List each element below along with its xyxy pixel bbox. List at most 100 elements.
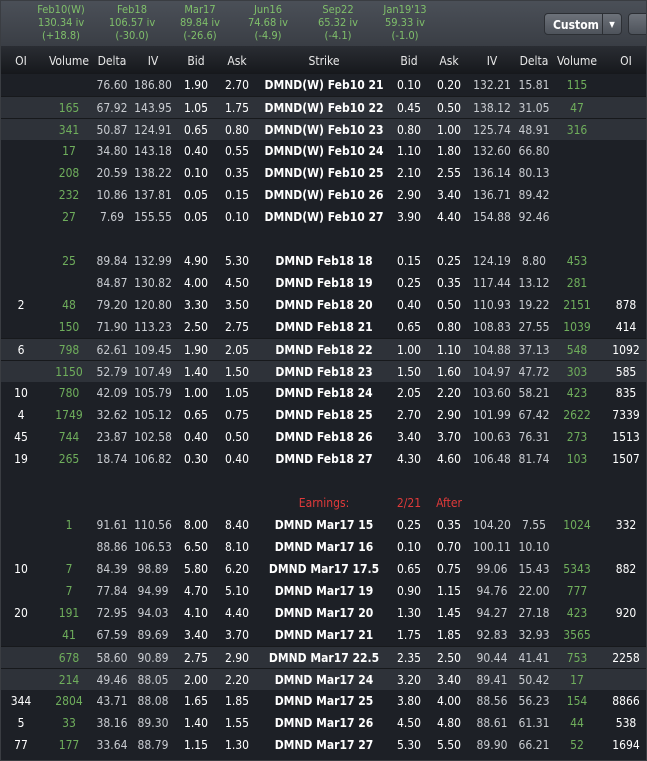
cell-call-bid[interactable]: 2.75 <box>184 647 208 669</box>
cell-call-bid[interactable]: 8.00 <box>184 514 208 536</box>
column-header-call-oi[interactable]: OI <box>15 46 27 76</box>
cell-put-bid[interactable]: 0.10 <box>397 74 421 96</box>
cell-call-ask[interactable]: 5.10 <box>225 580 249 602</box>
cell-call-ask[interactable]: 1.50 <box>225 361 249 383</box>
cell-call-ask[interactable]: 1.55 <box>225 712 249 734</box>
cell-put-bid[interactable]: 2.90 <box>397 184 421 206</box>
cell-call-ask[interactable]: 2.20 <box>225 669 249 691</box>
cell-put-bid[interactable]: 5.30 <box>397 734 421 756</box>
table-row[interactable]: 27 7.69 155.55 0.05 0.10 DMND(W) Feb10 27 3.90… <box>0 206 647 228</box>
cell-call-bid[interactable]: 0.65 <box>184 404 208 426</box>
cell-call-bid[interactable]: 0.40 <box>184 140 208 162</box>
cell-put-bid[interactable]: 3.90 <box>397 206 421 228</box>
cell-put-ask[interactable]: 0.25 <box>437 250 461 272</box>
cell-call-bid[interactable]: 4.70 <box>184 580 208 602</box>
cell-put-bid[interactable]: 0.90 <box>397 580 421 602</box>
cell-put-bid[interactable]: 0.15 <box>397 250 421 272</box>
cell-call-ask[interactable]: 2.70 <box>225 74 249 96</box>
table-row[interactable]: 5 33 38.16 89.30 1.40 1.55 DMND Mar17 26 4.50 4.… <box>0 712 647 734</box>
cell-put-ask[interactable]: 0.50 <box>437 97 461 119</box>
cell-put-ask[interactable]: 0.35 <box>437 514 461 536</box>
cell-put-ask[interactable]: 3.40 <box>437 184 461 206</box>
table-row[interactable]: 678 58.60 90.89 2.75 2.90 DMND Mar17 22.5 2.35… <box>0 646 647 668</box>
cell-call-bid[interactable]: 0.05 <box>184 184 208 206</box>
cell-put-ask[interactable]: 4.00 <box>437 690 461 712</box>
expiration-feb18[interactable]: Feb18 106.57 iv (-30.0) <box>97 3 167 42</box>
cell-put-bid[interactable]: 0.65 <box>397 316 421 338</box>
cell-put-bid[interactable]: 1.00 <box>397 339 421 361</box>
table-row[interactable]: 6 798 62.61 109.45 1.90 2.05 DMND Feb18 22 1.00… <box>0 338 647 360</box>
cell-put-bid[interactable]: 0.40 <box>397 294 421 316</box>
column-header-put-bid[interactable]: Bid <box>400 46 417 76</box>
cell-put-ask[interactable]: 0.35 <box>437 272 461 294</box>
cell-call-ask[interactable]: 2.75 <box>225 316 249 338</box>
table-row[interactable]: 341 50.87 124.91 0.65 0.80 DMND(W) Feb10 23 0.… <box>0 118 647 140</box>
cell-call-bid[interactable]: 0.30 <box>184 448 208 470</box>
custom-dropdown-button[interactable]: Custom ▼ <box>544 13 622 35</box>
cell-call-bid[interactable]: 0.65 <box>184 119 208 141</box>
cell-put-ask[interactable]: 2.90 <box>437 404 461 426</box>
cell-put-ask[interactable]: 4.60 <box>437 448 461 470</box>
cell-put-ask[interactable]: 1.85 <box>437 624 461 646</box>
column-header-call-ask[interactable]: Ask <box>227 46 246 76</box>
cell-call-bid[interactable]: 3.40 <box>184 624 208 646</box>
table-row[interactable]: 208 20.59 138.22 0.10 0.35 DMND(W) Feb10 25 2.… <box>0 162 647 184</box>
table-row[interactable]: 77 177 33.64 88.79 1.15 1.30 DMND Mar17 27 5.30… <box>0 734 647 756</box>
table-row[interactable]: 25 89.84 132.99 4.90 5.30 DMND Feb18 18 0.15 0.… <box>0 250 647 272</box>
cell-call-ask[interactable]: 1.85 <box>225 690 249 712</box>
cell-call-bid[interactable]: 1.40 <box>184 361 208 383</box>
cell-put-bid[interactable]: 2.10 <box>397 162 421 184</box>
cell-put-bid[interactable]: 2.35 <box>397 647 421 669</box>
cell-put-ask[interactable]: 1.45 <box>437 602 461 624</box>
table-row[interactable]: 214 49.46 88.05 2.00 2.20 DMND Mar17 24 3.20 3.… <box>0 668 647 690</box>
cell-put-bid[interactable]: 3.20 <box>397 669 421 691</box>
cell-call-bid[interactable]: 1.15 <box>184 734 208 756</box>
cell-call-bid[interactable]: 6.50 <box>184 536 208 558</box>
cell-put-bid[interactable]: 2.70 <box>397 404 421 426</box>
cell-put-ask[interactable]: 4.40 <box>437 206 461 228</box>
cell-call-ask[interactable]: 1.05 <box>225 382 249 404</box>
column-header-put-ask[interactable]: Ask <box>439 46 458 76</box>
cell-call-bid[interactable]: 4.10 <box>184 602 208 624</box>
cell-call-ask[interactable]: 5.30 <box>225 250 249 272</box>
cell-call-ask[interactable]: 0.50 <box>225 426 249 448</box>
table-row[interactable]: 19 265 18.74 106.82 0.30 0.40 DMND Feb18 27 4.3… <box>0 448 647 470</box>
table-row[interactable]: 150 71.90 113.23 2.50 2.75 DMND Feb18 21 0.65 0… <box>0 316 647 338</box>
table-row[interactable]: 10 7 84.39 98.89 5.80 6.20 DMND Mar17 17.5 0.65… <box>0 558 647 580</box>
cell-call-bid[interactable]: 0.40 <box>184 426 208 448</box>
cell-call-bid[interactable]: 2.00 <box>184 669 208 691</box>
expiration-mar17[interactable]: Mar17 89.84 iv (-26.6) <box>165 3 235 42</box>
chevron-down-icon[interactable]: ▼ <box>602 14 621 34</box>
table-row[interactable]: 88.86 106.53 6.50 8.10 DMND Mar17 16 0.10 0.70… <box>0 536 647 558</box>
cell-call-ask[interactable]: 8.40 <box>225 514 249 536</box>
cell-put-ask[interactable]: 1.10 <box>437 339 461 361</box>
cell-put-bid[interactable]: 3.40 <box>397 426 421 448</box>
cell-put-ask[interactable]: 0.20 <box>437 74 461 96</box>
cell-call-bid[interactable]: 4.00 <box>184 272 208 294</box>
cell-put-bid[interactable]: 0.80 <box>397 119 421 141</box>
cell-put-ask[interactable]: 1.60 <box>437 361 461 383</box>
cell-call-bid[interactable]: 2.50 <box>184 316 208 338</box>
expiration-sep22[interactable]: Sep22 65.32 iv (-4.1) <box>303 3 373 42</box>
table-row[interactable]: 165 67.92 143.95 1.05 1.75 DMND(W) Feb10 22 0.… <box>0 96 647 118</box>
cell-put-ask[interactable]: 1.00 <box>437 119 461 141</box>
table-row[interactable]: 1 91.61 110.56 8.00 8.40 DMND Mar17 15 0.25 0.3… <box>0 514 647 536</box>
table-row[interactable]: 4 1749 32.62 105.12 0.65 0.75 DMND Feb18 25 2.7… <box>0 404 647 426</box>
cell-call-bid[interactable]: 5.80 <box>184 558 208 580</box>
cell-call-ask[interactable]: 4.40 <box>225 602 249 624</box>
column-header-put-volume[interactable]: Volume <box>557 46 597 76</box>
cell-call-ask[interactable]: 4.50 <box>225 272 249 294</box>
cell-call-bid[interactable]: 1.65 <box>184 690 208 712</box>
column-header-call-delta[interactable]: Delta <box>98 46 127 76</box>
cell-put-ask[interactable]: 3.40 <box>437 669 461 691</box>
cell-call-bid[interactable]: 1.40 <box>184 712 208 734</box>
cell-call-ask[interactable]: 2.05 <box>225 339 249 361</box>
cell-put-ask[interactable]: 2.50 <box>437 647 461 669</box>
cell-put-ask[interactable]: 2.20 <box>437 382 461 404</box>
column-header-put-delta[interactable]: Delta <box>520 46 549 76</box>
column-header-call-volume[interactable]: Volume <box>49 46 89 76</box>
expiration-feb10w[interactable]: Feb10(W) 130.34 iv (+18.8) <box>26 3 96 42</box>
table-row[interactable]: 84.87 130.82 4.00 4.50 DMND Feb18 19 0.25 0.35… <box>0 272 647 294</box>
cell-put-ask[interactable]: 5.50 <box>437 734 461 756</box>
cell-put-ask[interactable]: 1.15 <box>437 580 461 602</box>
